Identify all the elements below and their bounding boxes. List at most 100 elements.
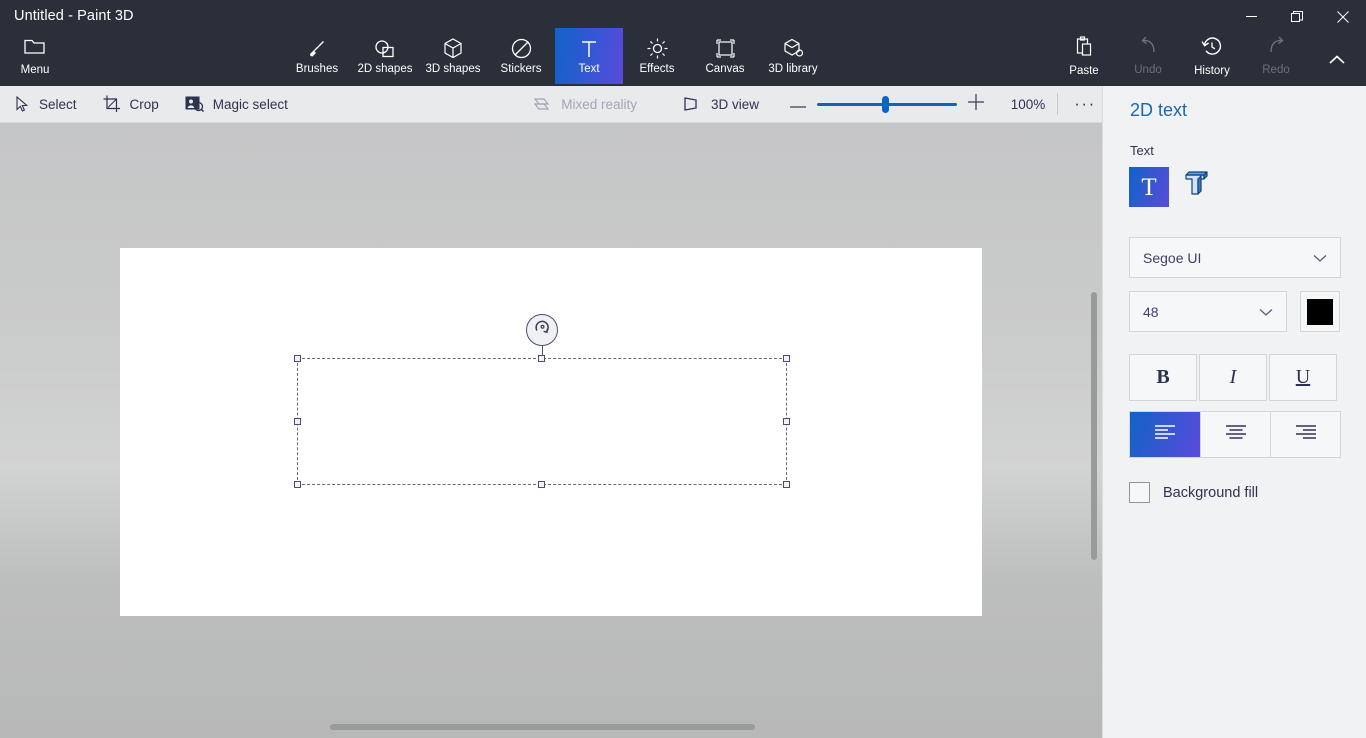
paste-button[interactable]: Paste: [1052, 28, 1116, 84]
redo-button[interactable]: Redo: [1244, 28, 1308, 84]
font-size-dropdown[interactable]: 48: [1129, 291, 1287, 332]
font-size-value: 48: [1143, 304, 1159, 320]
align-right-button[interactable]: [1270, 412, 1340, 457]
zoom-in-button[interactable]: [961, 89, 991, 119]
align-center-button[interactable]: [1200, 412, 1270, 457]
redo-label: Redo: [1262, 64, 1290, 76]
close-icon: [1337, 11, 1349, 23]
ribbon-actions: Paste Undo: [1052, 28, 1308, 84]
toolbar-divider: [1057, 93, 1058, 115]
brush-icon: [307, 38, 327, 60]
background-fill-row[interactable]: Background fill: [1129, 482, 1340, 503]
font-size-color-row: 48: [1129, 291, 1340, 332]
magic-select-icon: [185, 96, 204, 112]
tab-brushes[interactable]: Brushes: [283, 28, 351, 84]
font-family-dropdown[interactable]: Segoe UI: [1129, 237, 1341, 278]
2d-text-button[interactable]: T: [1129, 167, 1169, 207]
3d-view-tool[interactable]: 3D view: [673, 89, 769, 119]
plus-icon: [968, 94, 984, 115]
tab-label: Stickers: [501, 63, 542, 75]
zoom-level: 100%: [1005, 97, 1051, 112]
zoom-out-button[interactable]: [783, 89, 813, 119]
3d-view-icon: [683, 96, 702, 112]
paint3d-window: Untitled - Paint 3D: [0, 0, 1366, 738]
tab-canvas[interactable]: Canvas: [691, 28, 759, 84]
bold-button[interactable]: B: [1129, 354, 1197, 401]
tab-label: Effects: [640, 63, 675, 75]
tab-label: 3D library: [768, 63, 817, 75]
zoom-controls: 100% ···: [783, 89, 1102, 119]
tab-label: Text: [578, 63, 599, 75]
resize-handle-top-left[interactable]: [294, 355, 301, 362]
history-button[interactable]: History: [1180, 28, 1244, 84]
ribbon-tabs: Brushes 2D shapes 3D s: [283, 28, 827, 84]
tab-3d-shapes[interactable]: 3D shapes: [419, 28, 487, 84]
sub-toolbar: Select Crop Ma: [0, 86, 1102, 123]
tab-2d-shapes[interactable]: 2D shapes: [351, 28, 419, 84]
canvas-icon: [715, 38, 736, 60]
folder-icon: [24, 37, 46, 60]
collapse-ribbon-button[interactable]: [1316, 46, 1358, 76]
resize-handle-bottom-left[interactable]: [294, 481, 301, 488]
rotate-handle[interactable]: [526, 314, 558, 346]
resize-handle-bottom-right[interactable]: [783, 481, 790, 488]
tab-effects[interactable]: Effects: [623, 28, 691, 84]
tab-stickers[interactable]: Stickers: [487, 28, 555, 84]
mixed-reality-label: Mixed reality: [561, 97, 637, 112]
zoom-slider[interactable]: [817, 89, 957, 119]
more-options-button[interactable]: ···: [1068, 89, 1102, 119]
background-fill-checkbox[interactable]: [1129, 482, 1150, 503]
rotate-icon: [533, 318, 552, 342]
undo-label: Undo: [1134, 64, 1162, 76]
resize-handle-middle-left[interactable]: [294, 418, 301, 425]
magic-select-label: Magic select: [213, 97, 288, 112]
italic-button[interactable]: I: [1199, 354, 1267, 401]
effects-icon: [647, 38, 668, 60]
text-properties-panel: 2D text Text T Segoe UI: [1102, 86, 1366, 738]
menu-button[interactable]: Menu: [7, 28, 63, 84]
text-type-group: T: [1129, 167, 1340, 207]
history-label: History: [1194, 65, 1230, 77]
tab-label: Brushes: [296, 63, 338, 75]
menu-label: Menu: [21, 64, 50, 76]
underline-button[interactable]: U: [1269, 354, 1337, 401]
select-tool[interactable]: Select: [6, 89, 87, 119]
color-swatch: [1307, 299, 1333, 325]
vertical-scrollbar[interactable]: [1091, 292, 1097, 560]
align-left-icon: [1154, 424, 1176, 445]
maximize-icon: [1291, 11, 1303, 23]
resize-handle-bottom-center[interactable]: [538, 481, 545, 488]
text-icon: [580, 38, 598, 60]
resize-handle-top-right[interactable]: [783, 355, 790, 362]
close-button[interactable]: [1320, 0, 1366, 33]
text-color-button[interactable]: [1300, 291, 1340, 332]
ribbon: Menu Brushes 2D sh: [0, 33, 1366, 86]
text-selection-box[interactable]: [297, 358, 787, 485]
chevron-down-icon: [1259, 304, 1273, 320]
crop-label: Crop: [130, 97, 159, 112]
horizontal-scrollbar[interactable]: [330, 724, 755, 730]
zoom-slider-thumb[interactable]: [882, 96, 889, 113]
tab-text[interactable]: Text: [555, 28, 623, 84]
workspace[interactable]: [0, 123, 1102, 738]
tab-3d-library[interactable]: 3D library: [759, 28, 827, 84]
minus-icon: [790, 95, 806, 113]
align-left-button[interactable]: [1130, 412, 1200, 457]
clipboard-icon: [1075, 36, 1093, 62]
tab-label: Canvas: [706, 63, 745, 75]
3d-library-icon: [783, 38, 804, 60]
undo-button[interactable]: Undo: [1116, 28, 1180, 84]
chevron-down-icon: [1313, 250, 1327, 266]
resize-handle-middle-right[interactable]: [783, 418, 790, 425]
2d-shapes-icon: [374, 38, 396, 60]
mixed-reality-tool[interactable]: Mixed reality: [522, 89, 647, 119]
resize-handle-top-center[interactable]: [538, 355, 545, 362]
background-fill-label: Background fill: [1163, 485, 1258, 501]
3d-shapes-icon: [444, 38, 462, 60]
crop-tool[interactable]: Crop: [93, 89, 169, 119]
tab-label: 2D shapes: [358, 63, 413, 75]
undo-icon: [1138, 36, 1159, 61]
3d-text-button[interactable]: [1175, 167, 1215, 207]
font-family-value: Segoe UI: [1143, 250, 1201, 266]
magic-select-tool[interactable]: Magic select: [175, 89, 298, 119]
